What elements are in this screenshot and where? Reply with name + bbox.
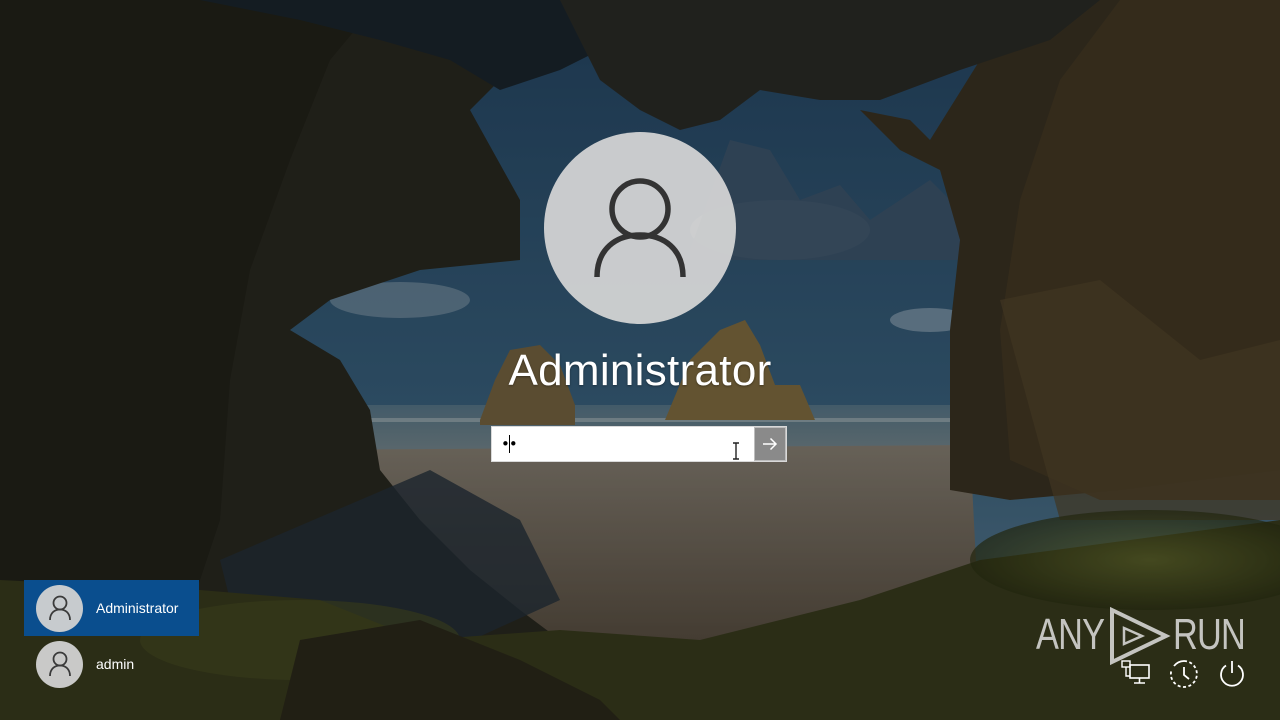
user-icon bbox=[594, 178, 686, 278]
text-caret bbox=[509, 435, 510, 453]
power-button[interactable] bbox=[1214, 656, 1250, 692]
user-item-label: admin bbox=[96, 656, 135, 672]
user-item-admin[interactable]: admin bbox=[24, 636, 199, 692]
network-button[interactable] bbox=[1117, 656, 1153, 692]
user-avatar bbox=[36, 640, 83, 688]
user-icon bbox=[48, 651, 71, 677]
user-avatar-large bbox=[544, 132, 736, 324]
watermark-text-left: ANY bbox=[1036, 610, 1105, 659]
password-box bbox=[491, 426, 787, 462]
ibeam-cursor-icon bbox=[733, 442, 739, 460]
user-item-label: Administrator bbox=[96, 600, 179, 616]
watermark-text-right: RUN bbox=[1173, 610, 1246, 659]
login-username: Administrator bbox=[508, 346, 772, 395]
arrow-right-icon bbox=[763, 437, 778, 451]
submit-button[interactable] bbox=[754, 427, 786, 461]
network-icon bbox=[1121, 660, 1150, 684]
password-input[interactable] bbox=[492, 427, 754, 461]
user-icon bbox=[48, 595, 71, 621]
user-avatar bbox=[36, 584, 83, 632]
ease-of-access-icon bbox=[1170, 660, 1198, 688]
user-switcher-list: Administrator admin bbox=[24, 580, 199, 692]
user-item-administrator[interactable]: Administrator bbox=[24, 580, 199, 636]
ease-of-access-button[interactable] bbox=[1166, 656, 1202, 692]
power-icon bbox=[1220, 661, 1244, 687]
